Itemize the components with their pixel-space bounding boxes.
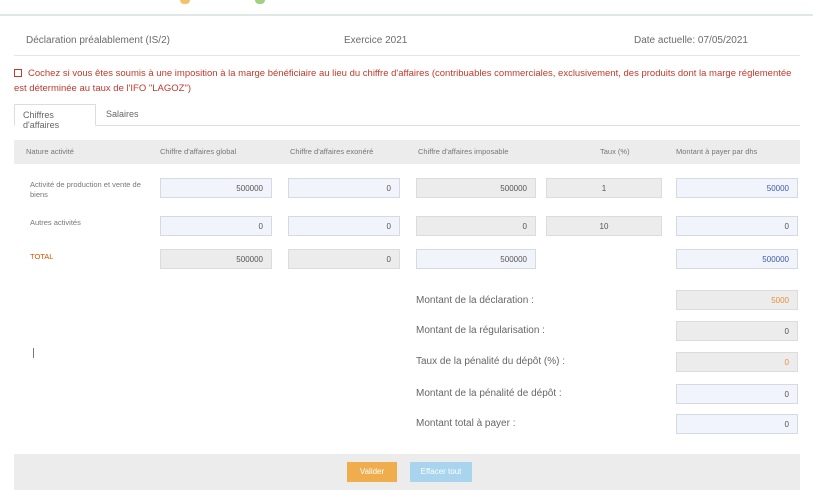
ca-imposable-value: 0 [416, 216, 536, 236]
table-header: Nature activité Chiffre d'affaires globa… [14, 140, 800, 164]
total-ca-global: 500000 [160, 249, 272, 269]
taux-value: 1 [546, 178, 662, 198]
column-header: Chiffre d'affaires global [160, 147, 237, 156]
montant-total-value: 0 [676, 414, 798, 434]
ca-global-input[interactable]: 0 [160, 216, 272, 236]
column-header: Nature activité [26, 147, 74, 156]
taux-value: 10 [546, 216, 662, 236]
ca-global-input[interactable]: 500000 [160, 178, 272, 198]
summary-label: Taux de la pénalité du dépôt (%) : [416, 356, 565, 367]
column-header: Montant à payer par dhs [676, 147, 758, 156]
margin-option-label: Cochez si vous êtes soumis à une imposit… [14, 68, 792, 94]
current-date: Date actuelle: 07/05/2021 [634, 35, 748, 46]
total-ca-exonere: 0 [288, 249, 400, 269]
form-footer: Valider Effacer tout [14, 454, 800, 490]
declaration-header: Déclaration préalablement (IS/2) Exercic… [14, 28, 800, 56]
tab-bar: Chiffres d'affaires Salaires [14, 104, 800, 130]
total-montant: 500000 [676, 249, 798, 269]
summary-label: Montant de la régularisation : [416, 325, 545, 336]
row-label-total: TOTAL [30, 252, 54, 261]
montant-value: 0 [676, 216, 798, 236]
tab-label: Salaires [106, 109, 139, 119]
exercise-label: Exercice 2021 [344, 35, 408, 46]
ca-exonere-input[interactable]: 0 [288, 216, 400, 236]
taux-penalite-value: 0 [676, 352, 798, 372]
row-label-production: Activité de production et vente de biens [30, 180, 141, 199]
montant-penalite-input[interactable]: 0 [676, 384, 798, 404]
top-bar-accent-icon [255, 0, 265, 4]
clear-button[interactable]: Effacer tout [410, 462, 472, 482]
margin-checkbox[interactable] [14, 69, 22, 77]
row-label-autres: Autres activités [30, 218, 81, 227]
summary-label: Montant total à payer : [416, 418, 516, 429]
tab-label: Chiffres d'affaires [23, 110, 60, 130]
tab-salaires[interactable]: Salaires [98, 104, 148, 126]
total-ca-imposable: 500000 [416, 249, 536, 269]
ca-imposable-value: 500000 [416, 178, 536, 198]
montant-regularisation-value: 0 [676, 321, 798, 341]
montant-value: 50000 [676, 178, 798, 198]
top-bar-accent-icon [180, 0, 190, 4]
montant-declaration-value: 5000 [676, 290, 798, 310]
text-cursor [33, 348, 34, 358]
column-header: Chiffre d'affaires imposable [418, 147, 509, 156]
summary-label: Montant de la déclaration : [416, 295, 534, 306]
column-header: Chiffre d'affaires exonéré [290, 147, 374, 156]
column-header: Taux (%) [600, 147, 630, 156]
declaration-title: Déclaration préalablement (IS/2) [26, 35, 170, 46]
ca-exonere-input[interactable]: 0 [288, 178, 400, 198]
submit-button[interactable]: Valider [347, 462, 397, 482]
margin-option: Cochez si vous êtes soumis à une imposit… [14, 66, 800, 96]
top-bar [0, 0, 813, 16]
tab-chiffres-affaires[interactable]: Chiffres d'affaires [14, 104, 96, 130]
summary-label: Montant de la pénalité de dépôt : [416, 388, 562, 399]
